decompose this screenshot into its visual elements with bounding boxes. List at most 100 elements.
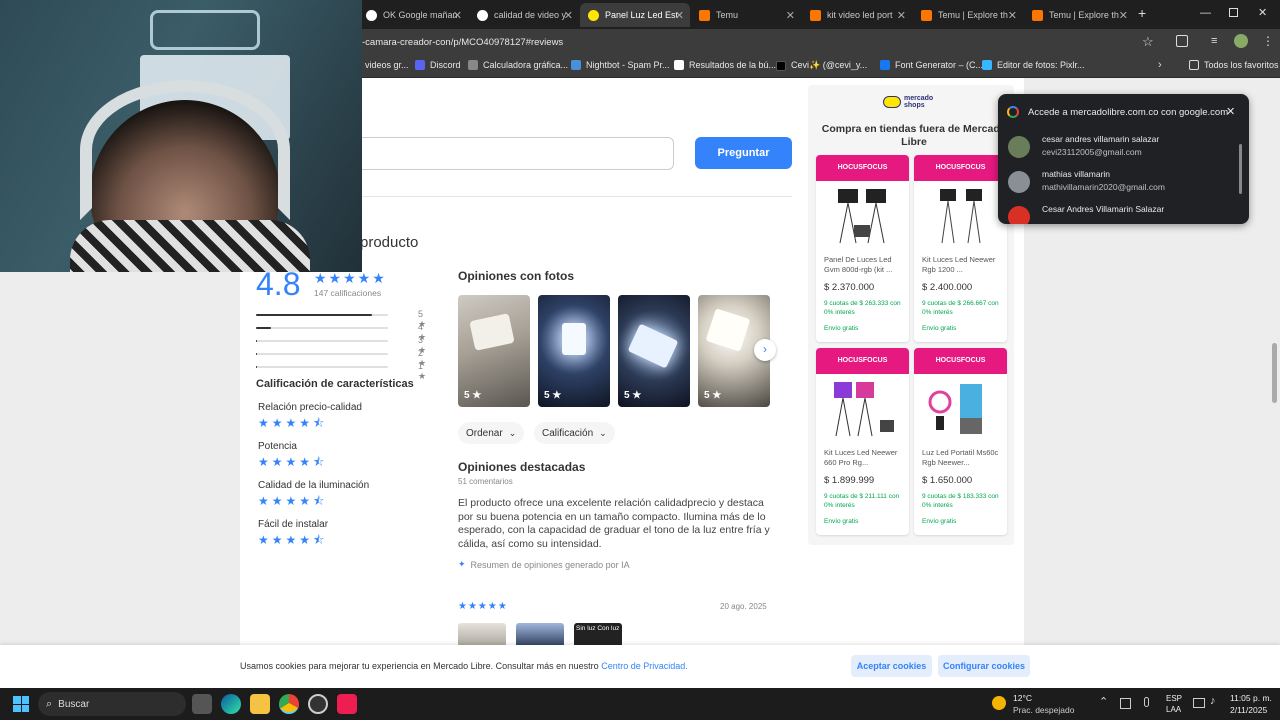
configure-cookies-button[interactable]: Configurar cookies bbox=[938, 655, 1030, 677]
product-name: Kit Luces Led Neewer Rgb 1200 ... bbox=[922, 255, 996, 274]
bookmark-item[interactable]: Resultados de la bú... bbox=[674, 60, 776, 70]
close-icon[interactable]: ✕ bbox=[1226, 105, 1235, 118]
chrome-icon[interactable] bbox=[279, 694, 299, 714]
account-option[interactable]: mathias villamarin mathivillamarin2020@g… bbox=[1006, 167, 1236, 199]
free-shipping: Envío gratis bbox=[824, 325, 859, 332]
filter-dropdown[interactable]: Calificación ⌄ bbox=[534, 422, 615, 444]
profile-avatar[interactable] bbox=[1234, 34, 1248, 48]
accept-cookies-button[interactable]: Aceptar cookies bbox=[851, 655, 932, 677]
carousel-next-button[interactable]: › bbox=[754, 339, 776, 361]
browser-tab[interactable]: calidad de video y ✕ bbox=[469, 3, 579, 27]
webcam-sign-light bbox=[150, 10, 260, 50]
chevron-up-icon[interactable]: ⌃ bbox=[1099, 695, 1108, 708]
close-icon[interactable]: ✕ bbox=[786, 9, 795, 22]
chevron-right-icon[interactable]: › bbox=[1158, 59, 1162, 71]
divider bbox=[350, 196, 792, 197]
browser-tab[interactable]: Temu | Explore th ✕ bbox=[1024, 3, 1134, 27]
file-explorer-icon[interactable] bbox=[250, 694, 270, 714]
close-window-icon[interactable]: ✕ bbox=[1258, 6, 1267, 19]
review-photo[interactable]: 5 ★ bbox=[618, 295, 690, 407]
tray-app-icon[interactable] bbox=[1120, 698, 1131, 709]
close-icon[interactable]: ✕ bbox=[1008, 9, 1017, 22]
account-option[interactable]: Cesar Andres Villamarin Salazar bbox=[1006, 202, 1236, 224]
maximize-icon[interactable] bbox=[1229, 8, 1238, 17]
page-scrollbar[interactable] bbox=[1272, 343, 1277, 403]
led-panel-image bbox=[627, 323, 679, 369]
browser-tab-active[interactable]: Panel Luz Led Est ✕ bbox=[580, 3, 690, 27]
bookmark-item[interactable]: Editor de fotos: Pixlr... bbox=[982, 60, 1085, 70]
account-option[interactable]: cesar andres villamarin salazar cevi2311… bbox=[1006, 132, 1236, 164]
temu-icon bbox=[1032, 9, 1043, 21]
bookmark-item[interactable]: Cevi✨ (@cevi_y... bbox=[776, 60, 867, 71]
cookie-text: Usamos cookies para mejorar tu experienc… bbox=[240, 661, 688, 671]
product-installments: 9 cuotas de $ 211.111 con 0% interés bbox=[824, 493, 900, 509]
question-input[interactable] bbox=[350, 137, 674, 170]
bookmark-item[interactable]: Nightbot - Spam Pr... bbox=[571, 60, 670, 70]
sort-dropdown[interactable]: Ordenar ⌄ bbox=[458, 422, 525, 444]
product-card[interactable]: HOCUSFOCUS Kit Luces Led Neewer 660 Pro … bbox=[816, 348, 909, 535]
ai-note-label: Resumen de opiniones generado por IA bbox=[470, 559, 630, 570]
bookmark-star-icon[interactable]: ☆ bbox=[1142, 34, 1154, 50]
tab-label: calidad de video y bbox=[494, 10, 567, 20]
url-field[interactable]: -camara-creador-con/p/MCO40978127#review… bbox=[362, 37, 563, 48]
clock-time[interactable]: 11:05 p. m. bbox=[1230, 693, 1272, 703]
shops-title: Compra en tiendas fuera de Mercado Libre bbox=[821, 123, 1007, 148]
seller-banner: HOCUSFOCUS bbox=[816, 155, 909, 181]
all-bookmarks[interactable]: Todos los favoritos bbox=[1189, 60, 1279, 70]
thumbnail-caption: Sin luz Con luz bbox=[576, 625, 620, 632]
ask-button[interactable]: Preguntar bbox=[695, 137, 792, 169]
close-icon[interactable]: ✕ bbox=[453, 9, 462, 22]
new-tab-button[interactable]: + bbox=[1138, 5, 1146, 21]
lang-layout[interactable]: LAA bbox=[1166, 705, 1181, 714]
task-view-icon[interactable] bbox=[192, 694, 212, 714]
close-icon[interactable]: ✕ bbox=[897, 9, 906, 22]
product-price: $ 2.400.000 bbox=[922, 282, 973, 293]
bookmark-item[interactable]: videos gr... bbox=[365, 60, 409, 70]
bookmark-item[interactable]: Discord bbox=[415, 60, 461, 70]
rating-bar-star: 1 ★ bbox=[418, 361, 427, 381]
review-thumbnail[interactable] bbox=[516, 623, 564, 647]
popup-scrollbar[interactable] bbox=[1239, 144, 1242, 194]
close-icon[interactable]: ✕ bbox=[675, 9, 684, 22]
review-photo[interactable]: 5 ★ bbox=[538, 295, 610, 407]
browser-tab[interactable]: kit video led port ✕ bbox=[802, 3, 912, 27]
led-panel-image bbox=[705, 308, 751, 352]
bookmark-item[interactable]: Calculadora gráfica... bbox=[468, 60, 568, 70]
account-name: mathias villamarin bbox=[1042, 169, 1111, 179]
close-icon[interactable]: ✕ bbox=[564, 9, 573, 22]
bookmark-item[interactable]: Font Generator – (C... bbox=[880, 60, 983, 70]
product-name: Luz Led Portatil Ms60c Rgb Neewer... bbox=[922, 448, 999, 467]
obs-icon[interactable] bbox=[308, 694, 328, 714]
menu-icon[interactable]: ⋮ bbox=[1262, 34, 1274, 48]
lang-code[interactable]: ESP bbox=[1166, 694, 1182, 703]
product-card[interactable]: HOCUSFOCUS Luz Led Portatil Ms60c Rgb Ne… bbox=[914, 348, 1007, 535]
browser-tab[interactable]: Temu | Explore th ✕ bbox=[913, 3, 1023, 27]
media-icon[interactable]: ≡ bbox=[1211, 35, 1217, 47]
seller-banner: HOCUSFOCUS bbox=[914, 348, 1007, 374]
featured-title: Opiniones destacadas bbox=[458, 460, 586, 474]
microphone-icon[interactable] bbox=[1144, 697, 1149, 707]
minimize-icon[interactable]: — bbox=[1200, 7, 1211, 19]
feature-label: Calidad de la iluminación bbox=[258, 480, 370, 491]
volume-icon[interactable]: ♪ bbox=[1210, 695, 1216, 707]
google-g-icon bbox=[1007, 106, 1019, 118]
product-card[interactable]: HOCUSFOCUS Kit Luces Led Neewer Rgb 1200… bbox=[914, 155, 1007, 342]
product-card[interactable]: HOCUSFOCUS Panel De Luces Led Gvm 800d-r… bbox=[816, 155, 909, 342]
windows-start-icon[interactable] bbox=[13, 696, 29, 712]
product-image bbox=[826, 376, 899, 442]
browser-tab[interactable]: OK Google mañan ✕ bbox=[358, 3, 468, 27]
clock-date[interactable]: 2/11/2025 bbox=[1230, 705, 1267, 715]
search-label: Buscar bbox=[58, 698, 90, 710]
taskbar-search[interactable]: ⌕ Buscar bbox=[38, 692, 186, 716]
browser-tab[interactable]: Temu ✕ bbox=[691, 3, 801, 27]
extensions-icon[interactable] bbox=[1176, 35, 1188, 47]
close-icon[interactable]: ✕ bbox=[1119, 9, 1128, 22]
review-thumbnail[interactable] bbox=[458, 623, 506, 647]
edge-icon[interactable] bbox=[221, 694, 241, 714]
review-photo[interactable]: 5 ★ bbox=[458, 295, 530, 407]
privacy-link[interactable]: Centro de Privacidad. bbox=[601, 661, 688, 671]
tiktok-icon[interactable] bbox=[337, 694, 357, 714]
network-icon[interactable] bbox=[1193, 698, 1205, 708]
review-thumbnail[interactable]: Sin luz Con luz bbox=[574, 623, 622, 647]
folder-icon bbox=[1189, 60, 1199, 70]
